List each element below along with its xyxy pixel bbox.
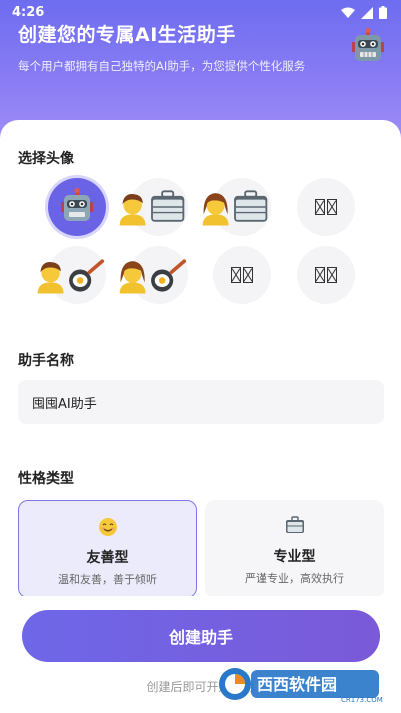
avatar-option-missing-glyph[interactable] (213, 246, 271, 304)
avatar-option-person-cooking[interactable] (37, 246, 106, 304)
avatar-option-missing-glyph[interactable] (297, 178, 355, 236)
avatar-option-missing-glyph[interactable] (297, 246, 355, 304)
woman-briefcase-icon (202, 190, 268, 226)
svg-text:西西软件园: 西西软件园 (257, 675, 337, 694)
person-cooking-icon (37, 259, 105, 294)
personality-description: 温和友善，善于倾听 (58, 573, 157, 586)
page-subtitle: 每个用户都拥有自己独特的AI助手，为您提供个性化服务 (18, 59, 306, 73)
missing-glyph-icon (314, 267, 338, 283)
missing-glyph-icon (230, 267, 254, 283)
person-briefcase-icon (119, 190, 185, 226)
signal-icon (361, 6, 373, 19)
avatar-option-woman-cooking[interactable] (119, 246, 188, 304)
status-icons (341, 6, 387, 19)
create-assistant-button[interactable]: 创建助手 (22, 610, 380, 662)
assistant-name-input[interactable] (18, 380, 384, 424)
smiling-face-icon (19, 517, 196, 542)
wifi-icon (341, 7, 355, 18)
briefcase-icon (205, 516, 384, 539)
personality-title: 专业型 (273, 549, 316, 565)
personality-description: 严谨专业，高效执行 (245, 572, 344, 585)
watermark-logo: 西西软件园 CR173.COM (219, 668, 383, 704)
missing-glyph-icon (314, 199, 338, 215)
personality-title: 友善型 (86, 550, 129, 566)
avatar-option-woman-briefcase[interactable] (202, 178, 271, 236)
personality-option-professional[interactable]: 专业型 严谨专业，高效执行 (205, 500, 384, 598)
woman-cooking-icon (119, 259, 187, 294)
personality-section-label: 性格类型 (18, 471, 74, 487)
robot-icon (352, 28, 384, 61)
battery-icon (379, 6, 387, 19)
svg-text:CR173.COM: CR173.COM (341, 696, 383, 704)
robot-icon (61, 188, 93, 221)
page-title: 创建您的专属AI生活助手 (18, 24, 236, 46)
personality-option-friendly[interactable]: 友善型 温和友善，善于倾听 (18, 500, 197, 598)
name-section-label: 助手名称 (18, 353, 74, 369)
avatar-option-person-briefcase[interactable] (119, 178, 188, 236)
status-time: 4:26 (12, 5, 45, 20)
avatar-section-label: 选择头像 (18, 151, 74, 167)
avatar-option-robot[interactable] (48, 178, 106, 236)
